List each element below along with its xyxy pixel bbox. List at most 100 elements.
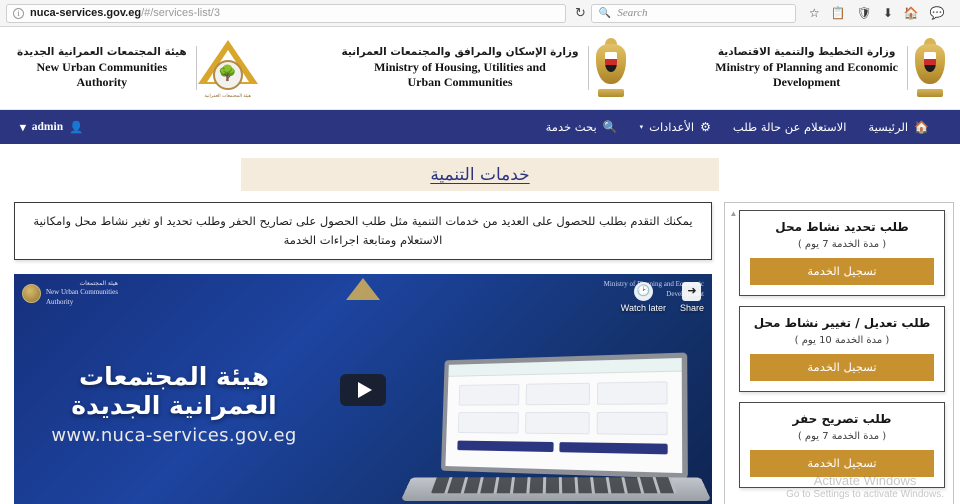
chevron-down-icon: ▾ [20, 122, 26, 134]
brand-housing-text: وزارة الإسكان والمرافق والمجتمعات العمرا… [332, 46, 589, 90]
video-brand-en-line2: Authority [46, 297, 74, 306]
brand-nuca-english-line2: Authority [76, 75, 128, 89]
brand-nuca-arabic: هيئة المجتمعات العمرانية الجديدة [17, 46, 187, 59]
service-card-duration: ( مدة الخدمة 7 يوم ) [797, 239, 887, 250]
brand-planning-english: Ministry of Planning and Economic Develo… [715, 60, 898, 89]
nav-item-home[interactable]: 🏠 الرئيسية [857, 120, 940, 134]
brand-planning-english-line1: Ministry of Planning and Economic [715, 60, 898, 75]
nuca-logo-icon: 🌳 هيئة المجتمعات العمرانية [197, 38, 259, 99]
watch-later-button[interactable]: 🕑 Watch later [621, 282, 666, 313]
brand-housing-arabic: وزارة الإسكان والمرافق والمجتمعات العمرا… [341, 46, 579, 59]
browser-toolbar: i nuca-services.gov.eg/#/services-list/3… [0, 0, 960, 27]
browser-toolbar-icons: ☆ 📋 🛡 ⬇ 🏠 💬 ⋮ [809, 7, 960, 19]
nav-links: 🏠 الرئيسية الاستعلام عن حالة طلب ⚙ الأعد… [535, 120, 940, 134]
clipboard-icon[interactable]: 📋 [831, 7, 846, 19]
brand-planning-ministry: وزارة التخطيط والتنمية الاقتصادية Minist… [706, 37, 952, 99]
scroll-up-arrow-icon[interactable]: ▲ [728, 208, 739, 219]
user-avatar-icon: 👤 [69, 122, 84, 134]
service-card-title: طلب تعديل / تغيير نشاط محل [753, 316, 931, 330]
site-info-icon[interactable]: i [13, 7, 24, 19]
main-navigation-bar: ▾ admin 👤 🏠 الرئيسية الاستعلام عن حالة ط… [0, 110, 960, 144]
video-brand-arabic: هيئة المجتمعات [79, 280, 118, 288]
page-content: خدمات التنمية يمكنك التقدم بطلب للحصول ع… [0, 144, 960, 504]
brand-nuca: هيئة المجتمعات العمرانية الجديدة New Urb… [8, 38, 259, 99]
video-headline-line1: هيئة المجتمعات [79, 362, 269, 392]
promo-video-player[interactable]: هيئة المجتمعات New Urban Communities Aut… [14, 274, 712, 504]
service-card-duration: ( مدة الخدمة 10 يوم ) [794, 335, 890, 346]
service-card[interactable]: طلب تعديل / تغيير نشاط محل ( مدة الخدمة … [739, 306, 945, 392]
brand-housing-ministry: وزارة الإسكان والمرافق والمجتمعات العمرا… [332, 37, 632, 99]
brand-planning-text: وزارة التخطيط والتنمية الاقتصادية Minist… [706, 46, 908, 90]
video-brand-text: هيئة المجتمعات New Urban Communities Aut… [46, 280, 118, 307]
nav-item-settings[interactable]: ⚙ الأعدادات ▾ [629, 120, 722, 134]
services-column: ▲ طلب تحديد نشاط محل ( مدة الخدمة 7 يوم … [724, 202, 960, 504]
home-icon: 🏠 [914, 120, 929, 134]
watch-later-label: Watch later [620, 303, 666, 314]
service-card-title: طلب تصريح حفر [792, 412, 892, 426]
brand-nuca-english: New Urban Communities Authority [17, 60, 187, 89]
egypt-eagle-emblem-icon-2 [908, 37, 952, 99]
bookmark-star-icon[interactable]: ☆ [809, 7, 820, 19]
nav-item-service-search-label: بحث خدمة [545, 120, 597, 134]
register-service-button[interactable]: تسجيل الخدمة [750, 450, 934, 477]
nav-item-service-search[interactable]: 🔍 بحث خدمة [535, 120, 629, 134]
nuca-seal-icon [22, 284, 41, 304]
youtube-actions: 🕑 Watch later ➜ Share [621, 282, 704, 313]
brand-planning-arabic: وزارة التخطيط والتنمية الاقتصادية [717, 46, 896, 59]
nav-item-request-status-label: الاستعلام عن حالة طلب [732, 120, 847, 134]
register-service-button[interactable]: تسجيل الخدمة [750, 354, 934, 381]
url-domain: nuca-services.gov.eg [30, 7, 142, 19]
menu-icon[interactable]: ⋮ [956, 7, 960, 19]
nav-item-request-status[interactable]: الاستعلام عن حالة طلب [722, 120, 858, 134]
nav-item-home-label: الرئيسية [868, 120, 909, 134]
video-headline: هيئة المجتمعات العمرانية الجديدة www.nuc… [24, 362, 324, 446]
search-icon: 🔍 [598, 7, 612, 19]
site-header: هيئة المجتمعات العمرانية الجديدة New Urb… [0, 27, 960, 110]
video-brand-left: هيئة المجتمعات New Urban Communities Aut… [22, 280, 118, 307]
shield-icon[interactable]: 🛡 [857, 7, 872, 19]
egypt-eagle-emblem-icon [589, 37, 633, 99]
clock-icon: 🕑 [633, 282, 653, 302]
services-panel: ▲ طلب تحديد نشاط محل ( مدة الخدمة 7 يوم … [724, 202, 954, 504]
register-service-button[interactable]: تسجيل الخدمة [750, 258, 934, 285]
share-button[interactable]: ➜ Share [680, 282, 704, 313]
home-icon[interactable]: 🏠 [904, 7, 919, 19]
brand-housing-english-line1: Ministry of Housing, Utilities and [374, 60, 546, 75]
search-placeholder: Search [617, 7, 648, 19]
service-card-title: طلب تحديد نشاط محل [775, 220, 909, 234]
url-path: /#/services-list/3 [141, 7, 220, 19]
gear-icon: ⚙ [700, 120, 711, 134]
reload-button[interactable]: ↻ [575, 3, 586, 23]
browser-search-box[interactable]: 🔍 Search [590, 3, 796, 23]
account-icon[interactable]: 💬 [930, 7, 945, 19]
nav-item-settings-label: الأعدادات [649, 120, 695, 134]
service-description-box: يمكنك التقدم بطلب للحصول على العديد من خ… [14, 202, 712, 261]
brand-planning-english-line2: Development [772, 75, 841, 89]
page-title-banner: خدمات التنمية [241, 158, 719, 191]
service-description-text: يمكنك التقدم بطلب للحصول على العديد من خ… [33, 214, 693, 247]
content-row: يمكنك التقدم بطلب للحصول على العديد من خ… [0, 202, 960, 504]
brand-housing-english: Ministry of Housing, Utilities and Urban… [341, 60, 578, 89]
video-url-text: www.nuca-services.gov.eg [51, 425, 297, 447]
search-icon: 🔍 [602, 120, 618, 134]
user-menu[interactable]: ▾ admin 👤 [20, 120, 83, 134]
chevron-down-icon: ▾ [639, 123, 644, 131]
laptop-image [400, 352, 712, 504]
play-button-icon[interactable] [340, 374, 386, 407]
nav-user-section: ▾ admin 👤 [20, 120, 83, 134]
video-brand-en-line1: New Urban Communities [46, 288, 118, 297]
service-card[interactable]: طلب تصريح حفر ( مدة الخدمة 7 يوم ) تسجيل… [739, 402, 945, 488]
brand-nuca-text: هيئة المجتمعات العمرانية الجديدة New Urb… [8, 46, 197, 90]
page-title: خدمات التنمية [430, 164, 530, 185]
brand-nuca-english-line1: New Urban Communities [36, 60, 168, 75]
service-card[interactable]: طلب تحديد نشاط محل ( مدة الخدمة 7 يوم ) … [739, 210, 945, 296]
service-card-duration: ( مدة الخدمة 7 يوم ) [797, 431, 887, 442]
video-headline-line2: العمرانية الجديدة [71, 391, 277, 421]
tree-icon: 🌳 [218, 65, 238, 82]
user-menu-label: admin [31, 121, 64, 133]
download-icon[interactable]: ⬇ [883, 7, 893, 19]
brand-housing-english-line2: Urban Communities [407, 75, 513, 89]
address-bar-url: nuca-services.gov.eg/#/services-list/3 [30, 7, 220, 19]
video-branding-overlay: هيئة المجتمعات New Urban Communities Aut… [14, 274, 712, 314]
address-bar[interactable]: i nuca-services.gov.eg/#/services-list/3 [6, 3, 566, 23]
